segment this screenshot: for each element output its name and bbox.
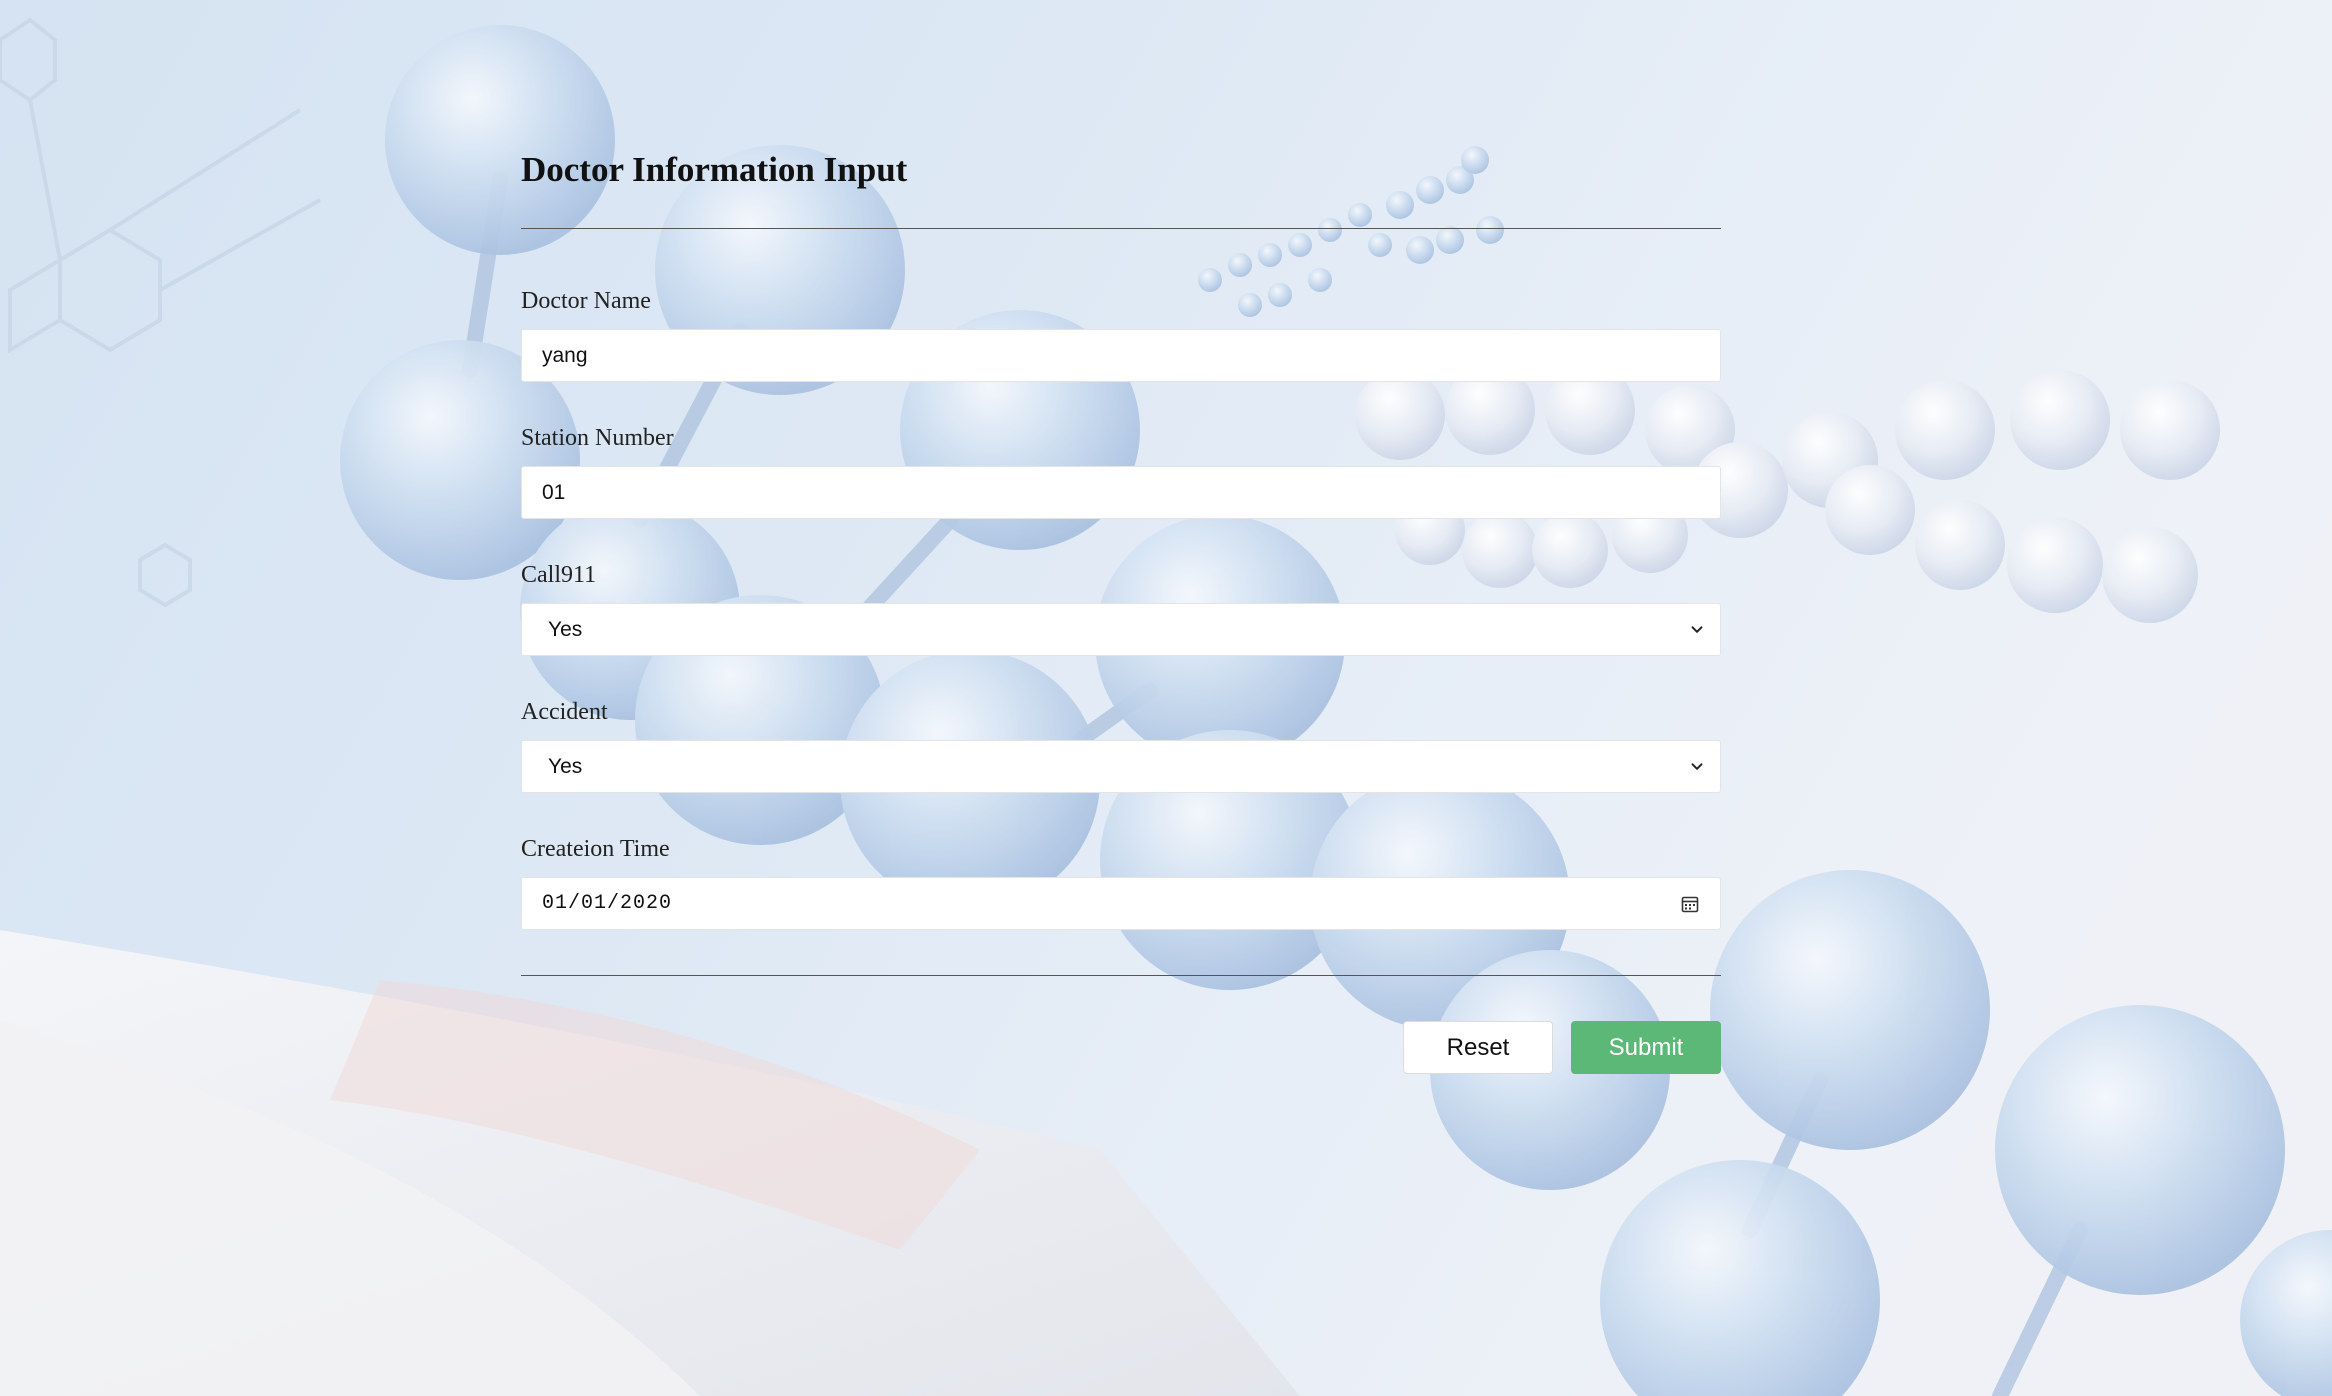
call911-select[interactable]: Yes <box>521 603 1721 656</box>
station-number-value: 01 <box>542 480 566 504</box>
chevron-down-icon <box>1691 625 1703 633</box>
call911-label: Call911 <box>521 562 597 588</box>
title-divider <box>521 228 1721 229</box>
doctor-name-label: Doctor Name <box>521 288 651 314</box>
accident-label: Accident <box>521 699 608 725</box>
form-actions: Reset Submit <box>521 1021 1721 1074</box>
call911-selected-value: Yes <box>548 617 583 641</box>
creation-time-field: Createion Time 01/01/2020 <box>521 835 1721 930</box>
submit-button[interactable]: Submit <box>1571 1021 1721 1074</box>
calendar-icon[interactable] <box>1680 894 1700 914</box>
call911-field: Call911 Yes <box>521 561 1721 656</box>
creation-time-value: 01/01/2020 <box>542 892 673 915</box>
station-number-field: Station Number 01 <box>521 424 1721 519</box>
doctor-name-input[interactable]: yang <box>521 329 1721 382</box>
creation-time-date-input[interactable]: 01/01/2020 <box>521 877 1721 930</box>
chevron-down-icon <box>1691 762 1703 770</box>
doctor-info-form: Doctor Information Input Doctor Name yan… <box>521 130 1721 1074</box>
page-title: Doctor Information Input <box>521 150 908 189</box>
doctor-name-value: yang <box>542 343 588 367</box>
reset-button[interactable]: Reset <box>1403 1021 1553 1074</box>
accident-select[interactable]: Yes <box>521 740 1721 793</box>
creation-time-label: Createion Time <box>521 836 670 862</box>
station-number-input[interactable]: 01 <box>521 466 1721 519</box>
accident-field: Accident Yes <box>521 698 1721 793</box>
accident-selected-value: Yes <box>548 754 583 778</box>
form-footer-divider <box>521 975 1721 976</box>
doctor-name-field: Doctor Name yang <box>521 287 1721 382</box>
station-number-label: Station Number <box>521 425 674 451</box>
